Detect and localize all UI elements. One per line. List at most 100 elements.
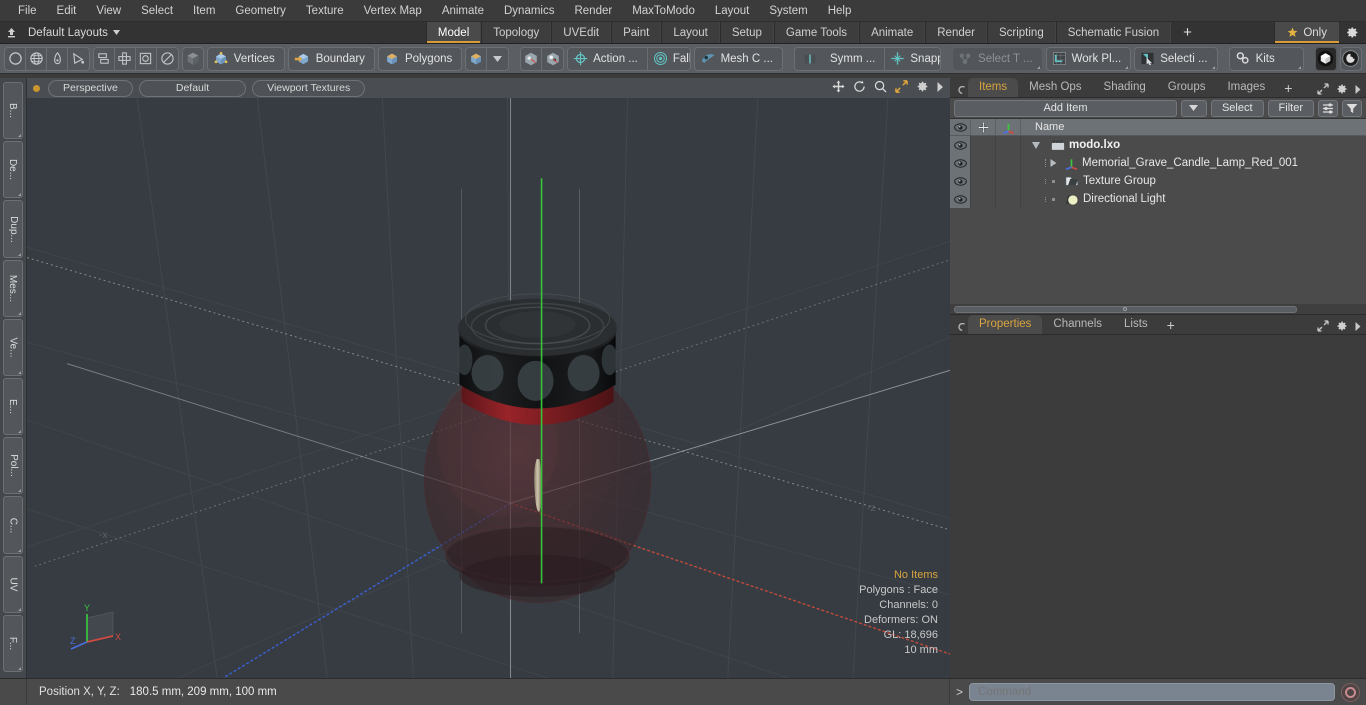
- triangle-down-icon[interactable]: [1025, 141, 1047, 149]
- menu-item-dynamics[interactable]: Dynamics: [494, 1, 564, 21]
- unreal-engine-icon[interactable]: [1339, 46, 1363, 71]
- move-icon[interactable]: [832, 80, 845, 93]
- menu-item-vertex-map[interactable]: Vertex Map: [354, 1, 432, 21]
- filter-button[interactable]: Filter: [1267, 99, 1314, 117]
- pen-icon[interactable]: [47, 47, 68, 70]
- add-layout-tab-button[interactable]: +: [1171, 22, 1204, 43]
- vtab-polygon[interactable]: Pol...: [3, 437, 23, 495]
- curve-icon[interactable]: [68, 48, 89, 70]
- panel-menu-icon[interactable]: [956, 86, 968, 97]
- triangle-right-icon[interactable]: [1045, 159, 1061, 167]
- fade-icon[interactable]: [157, 48, 178, 70]
- visibility-toggle[interactable]: [950, 136, 971, 154]
- expand-icon[interactable]: [1317, 320, 1329, 332]
- symmetry-button[interactable]: Symm ...: [795, 47, 885, 70]
- gear-icon[interactable]: [1336, 83, 1348, 95]
- properties-pane[interactable]: [950, 335, 1366, 678]
- vtab-deform[interactable]: De...: [3, 141, 23, 199]
- vtab-edge[interactable]: E...: [3, 378, 23, 436]
- viewport-3d[interactable]: -x -z No Items Polygons : Face Channels:…: [27, 98, 950, 678]
- menu-item-layout[interactable]: Layout: [705, 1, 760, 21]
- layout-tab-layout[interactable]: Layout: [661, 22, 720, 43]
- modo-ball-icon[interactable]: [1314, 46, 1337, 71]
- visibility-toggle[interactable]: [950, 154, 971, 172]
- menu-item-help[interactable]: Help: [818, 1, 862, 21]
- record-circle-icon[interactable]: [1341, 682, 1360, 702]
- cube-gray-icon[interactable]: [181, 46, 204, 71]
- pivot-auto-icon[interactable]: [542, 48, 563, 70]
- home-arrow-icon[interactable]: [0, 22, 22, 43]
- layout-tab-animate[interactable]: Animate: [859, 22, 926, 43]
- default-layouts-dropdown[interactable]: Default Layouts: [22, 22, 130, 43]
- expand-icon[interactable]: [1317, 83, 1329, 95]
- falloff-button[interactable]: Falloff: [646, 47, 690, 70]
- axis-cell[interactable]: [996, 154, 1021, 172]
- mesh-constraint-button[interactable]: Mesh C ...: [693, 46, 783, 71]
- menu-item-edit[interactable]: Edit: [47, 1, 87, 21]
- table-row[interactable]: Directional Light: [950, 190, 1366, 208]
- add-item-dropdown[interactable]: [1180, 99, 1207, 117]
- axis-cell[interactable]: [996, 172, 1021, 190]
- table-row[interactable]: modo.lxo: [950, 136, 1366, 154]
- tab-lists[interactable]: Lists: [1113, 315, 1159, 334]
- panel-menu-icon[interactable]: [956, 323, 968, 334]
- item-list-hscrollbar[interactable]: [950, 304, 1366, 314]
- menu-item-select[interactable]: Select: [131, 1, 183, 21]
- gear-icon[interactable]: [1336, 320, 1348, 332]
- array-icon[interactable]: [115, 47, 136, 70]
- globe-icon[interactable]: [26, 47, 47, 70]
- layout-tab-uvedit[interactable]: UVEdit: [551, 22, 612, 43]
- layout-tab-model[interactable]: Model: [425, 22, 482, 43]
- menu-item-render[interactable]: Render: [564, 1, 622, 21]
- tab-shading[interactable]: Shading: [1092, 78, 1157, 97]
- circle-icon[interactable]: [5, 47, 26, 70]
- axis-cell[interactable]: [996, 190, 1021, 208]
- list-filter-icon[interactable]: [1318, 99, 1338, 117]
- vtab-fusion[interactable]: F...: [3, 614, 23, 673]
- menu-item-view[interactable]: View: [86, 1, 131, 21]
- menu-item-item[interactable]: Item: [183, 1, 225, 21]
- item-name-cell[interactable]: Texture Group: [1021, 172, 1366, 190]
- tab-items[interactable]: Items: [968, 78, 1019, 97]
- fit-icon[interactable]: [895, 80, 908, 93]
- selection-mode-polygons[interactable]: Polygons: [377, 46, 463, 71]
- menu-item-animate[interactable]: Animate: [432, 1, 494, 21]
- add-tab-button[interactable]: +: [1276, 80, 1300, 97]
- tab-properties[interactable]: Properties: [968, 315, 1043, 334]
- lock-cell[interactable]: [971, 190, 996, 208]
- viewport-style-dropdown[interactable]: Default: [138, 79, 247, 97]
- frame-icon[interactable]: [136, 47, 157, 70]
- chevron-right-icon[interactable]: [1355, 321, 1361, 331]
- table-row[interactable]: Texture Group: [950, 172, 1366, 190]
- lock-cell[interactable]: [971, 154, 996, 172]
- vtab-basic[interactable]: B...: [3, 82, 23, 140]
- zoom-icon[interactable]: [874, 80, 887, 93]
- select-button[interactable]: Select: [1210, 99, 1264, 117]
- layout-tab-schematic-fusion[interactable]: Schematic Fusion: [1055, 22, 1172, 43]
- layout-tab-game-tools[interactable]: Game Tools: [773, 22, 860, 43]
- selection-mode-boundary[interactable]: Boundary: [287, 46, 375, 71]
- add-bottom-tab-button[interactable]: +: [1159, 317, 1183, 334]
- tab-mesh-ops[interactable]: Mesh Ops: [1018, 78, 1093, 97]
- gear-icon[interactable]: [916, 80, 929, 93]
- visibility-toggle[interactable]: [950, 172, 971, 190]
- command-input[interactable]: [969, 683, 1335, 701]
- table-row[interactable]: Memorial_Grave_Candle_Lamp_Red_001: [950, 154, 1366, 172]
- snapping-button[interactable]: Snapping: [884, 47, 941, 70]
- add-item-button[interactable]: Add Item: [954, 99, 1177, 117]
- viewport-textures-dropdown[interactable]: Viewport Textures: [252, 79, 366, 97]
- vtab-vertex[interactable]: Ve...: [3, 318, 23, 377]
- only-toggle-button[interactable]: Only: [1274, 22, 1339, 43]
- vtab-curve[interactable]: C...: [3, 496, 23, 554]
- chevron-right-icon[interactable]: [1355, 84, 1361, 94]
- item-name-cell[interactable]: Directional Light: [1021, 190, 1366, 208]
- selection-mode-dropdown[interactable]: [465, 46, 510, 71]
- tab-channels[interactable]: Channels: [1042, 315, 1114, 334]
- pivot-center-icon[interactable]: [521, 47, 543, 70]
- item-name-cell[interactable]: Memorial_Grave_Candle_Lamp_Red_001: [1021, 154, 1366, 172]
- lock-cell[interactable]: [971, 136, 996, 154]
- kits-button[interactable]: Kits: [1228, 46, 1304, 71]
- item-name-cell[interactable]: modo.lxo: [1021, 136, 1366, 154]
- viewport-projection-dropdown[interactable]: Perspective: [48, 79, 133, 97]
- gear-icon[interactable]: [1339, 22, 1366, 43]
